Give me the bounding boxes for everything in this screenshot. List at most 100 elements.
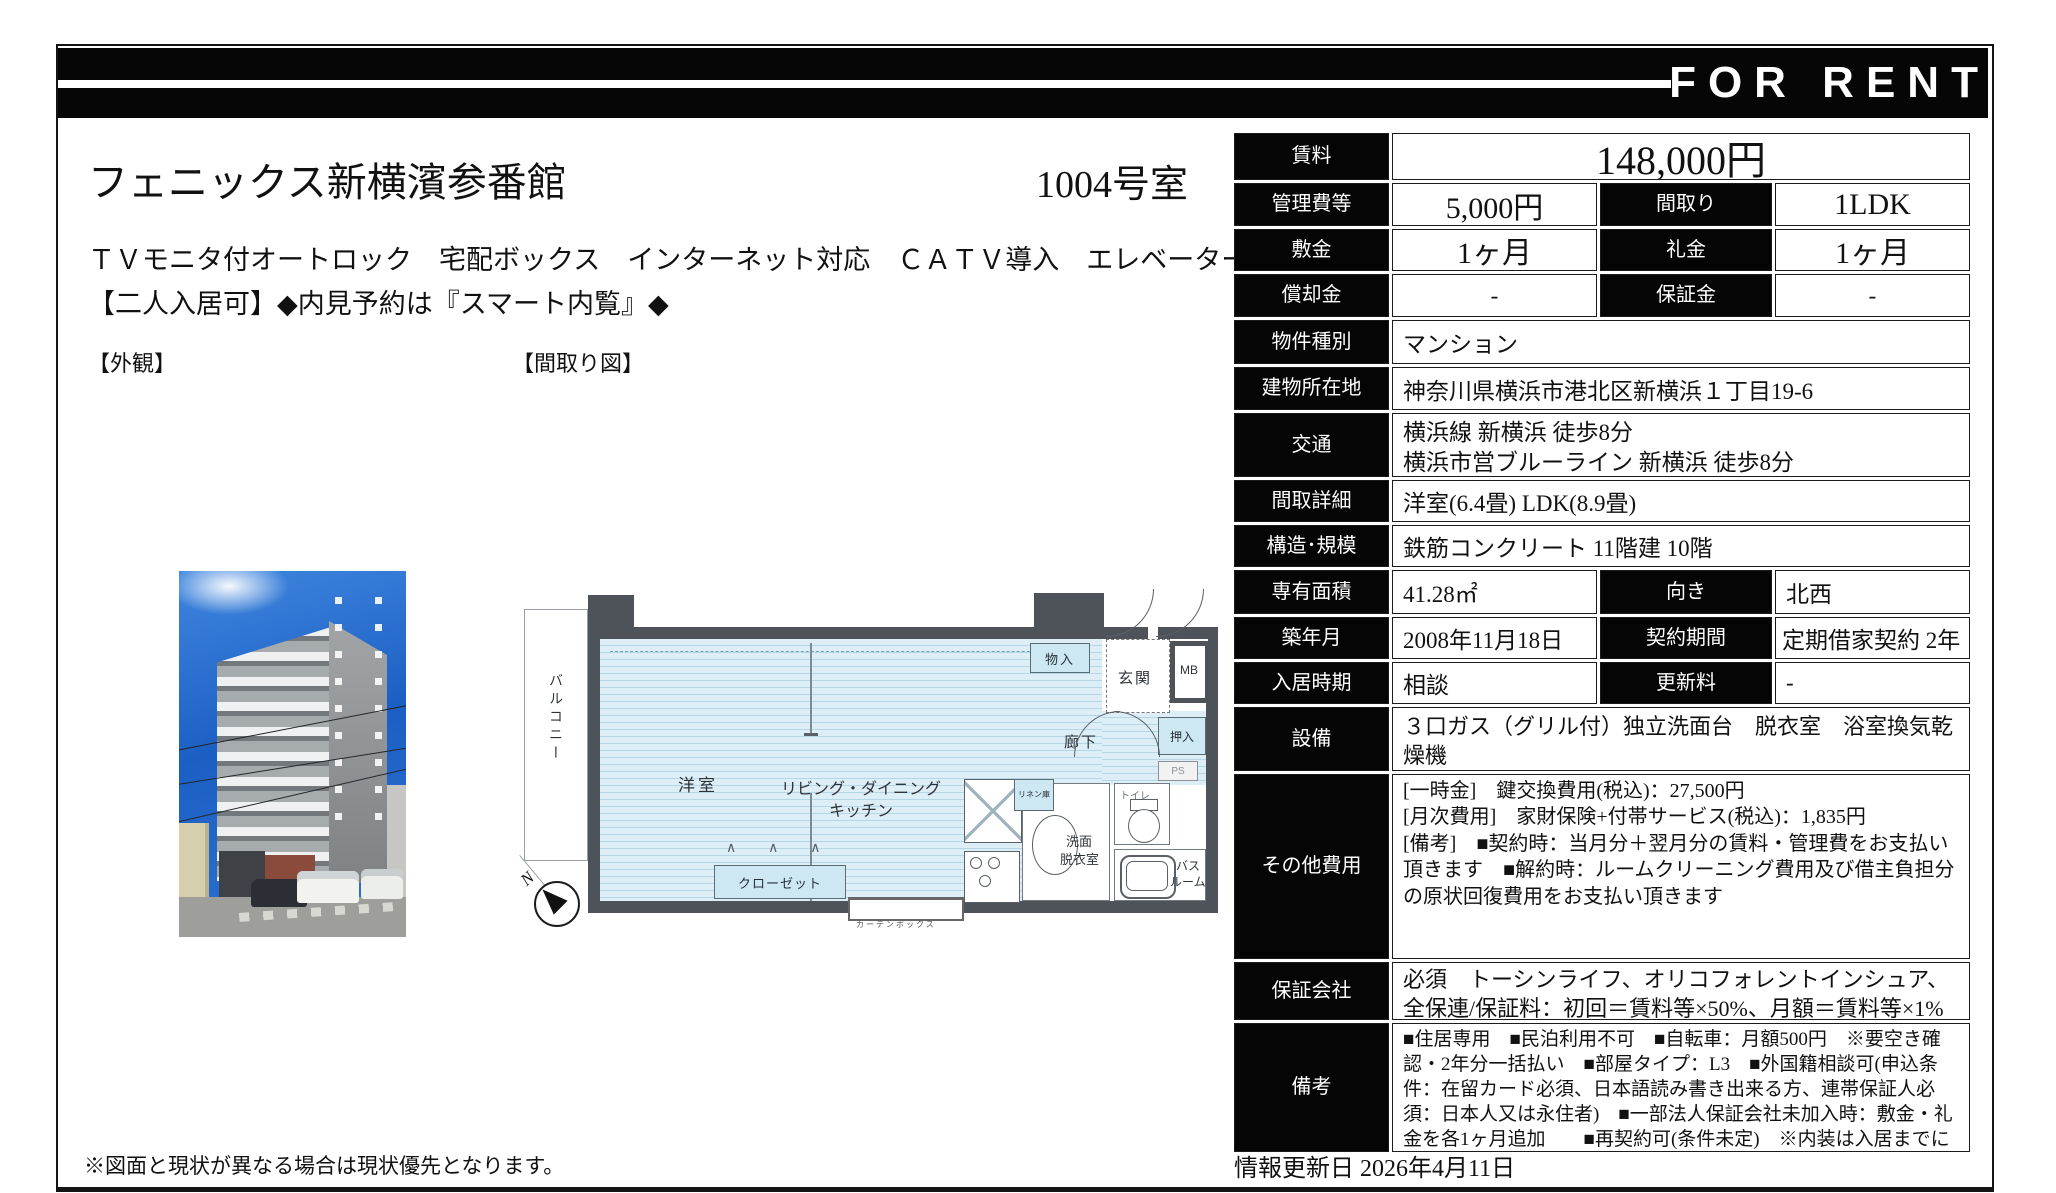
other-costs-value: [一時金] 鍵交換費用(税込)：27,500円 [月次費用] 家財保険+付帯サー… <box>1392 774 1970 959</box>
direction-label: 向き <box>1600 570 1772 614</box>
built-label: 築年月 <box>1234 617 1389 659</box>
other-costs-line2: [月次費用] 家財保険+付帯サービス(税込)：1,835円 <box>1403 804 1959 830</box>
remarks-value: ■住居専用 ■民泊利用不可 ■自転車：月額500円 ※要空き確認・2年分一括払い… <box>1392 1023 1970 1152</box>
renewal-fee-value: - <box>1775 662 1970 704</box>
parked-van <box>361 869 403 899</box>
building-balcony-face <box>217 627 331 881</box>
guarantor-value: 必須 トーシンライフ、オリコフォレントインシュア、全保連/保証料：初回＝賃料等×… <box>1392 962 1970 1020</box>
table-row: 賃料 148,000円 <box>1234 133 1970 180</box>
other-costs-label: その他費用 <box>1234 774 1389 959</box>
direction-value: 北西 <box>1775 570 1970 614</box>
closet-box: クローゼット <box>714 865 846 899</box>
sliding-door-mark <box>804 733 818 736</box>
rent-label: 賃料 <box>1234 133 1389 180</box>
table-row: 管理費等 5,000円 間取り 1LDK <box>1234 183 1970 226</box>
other-costs-line1: [一時金] 鍵交換費用(税込)：27,500円 <box>1403 778 1959 804</box>
amortization-label: 償却金 <box>1234 274 1389 317</box>
guarantee-deposit-label: 保証金 <box>1600 274 1772 317</box>
table-row: 物件種別 マンション <box>1234 320 1970 364</box>
structure-label: 構造･規模 <box>1234 525 1389 567</box>
floor-plan: バルコニー PS 玄関 MB 物入 押入 PS 廊下 洋室 リビング・ダイニング <box>518 583 1236 935</box>
renewal-fee-label: 更新料 <box>1600 662 1772 704</box>
address-label: 建物所在地 <box>1234 367 1389 410</box>
stove-burner <box>979 875 991 887</box>
stove-burner <box>988 857 1000 869</box>
madori-label: 間取り <box>1600 183 1772 226</box>
table-row: 設備 ３口ガス（グリル付）独立洗面台 脱衣室 浴室換気乾燥機 追焚 温水洗浄便座… <box>1234 707 1970 771</box>
layout-detail-label: 間取詳細 <box>1234 480 1389 522</box>
cloud <box>179 571 289 615</box>
balcony-label: バルコニー <box>546 673 566 763</box>
key-money-label: 礼金 <box>1600 229 1772 271</box>
details-table: 賃料 148,000円 管理費等 5,000円 間取り 1LDK 敷金 1ヶ月 … <box>1234 133 1970 1152</box>
curtain-rail-line <box>610 651 1090 652</box>
mgmt-fee-label: 管理費等 <box>1234 183 1389 226</box>
area-value: 41.28㎡ <box>1392 570 1597 614</box>
table-row: 入居時期 相談 更新料 - <box>1234 662 1970 704</box>
western-room-label: 洋室 <box>678 771 718 796</box>
rent-value: 148,000円 <box>1392 133 1970 180</box>
stove-burner <box>970 857 982 869</box>
access-label: 交通 <box>1234 413 1389 477</box>
washroom-label-line1: 洗面 <box>1066 831 1092 850</box>
wall-right <box>1206 701 1218 913</box>
table-row: 建物所在地 神奈川県横浜市港北区新横浜１丁目19-6 <box>1234 367 1970 410</box>
parked-van <box>297 871 359 903</box>
for-rent-banner: FOR RENT <box>1671 48 1988 118</box>
pillar-right <box>1034 593 1104 639</box>
room-number: 1004号室 <box>1036 153 1188 208</box>
bathtub-inner <box>1126 861 1168 891</box>
structure-value: 鉄筋コンクリート 11階建 10階 <box>1392 525 1970 567</box>
guarantee-deposit-value: - <box>1775 274 1970 317</box>
amortization-value: - <box>1392 274 1597 317</box>
ldk-label-line1: リビング・ダイニング <box>776 775 946 799</box>
contract-label: 契約期間 <box>1600 617 1772 659</box>
wall-left <box>588 627 600 913</box>
drawing-disclaimer: ※図面と現状が異なる場合は現状優先となります。 <box>84 1150 564 1180</box>
property-name: フェニックス新横濱参番館 <box>88 150 567 208</box>
equipment-value: ３口ガス（グリル付）独立洗面台 脱衣室 浴室換気乾燥機 追焚 温水洗浄便座 角部… <box>1392 707 1970 771</box>
table-row: 保証会社 必須 トーシンライフ、オリコフォレントインシュア、全保連/保証料：初回… <box>1234 962 1970 1020</box>
property-type-value: マンション <box>1392 320 1970 364</box>
equipment-line2: 追焚 温水洗浄便座 角部屋 二面採光 <box>1403 770 1959 771</box>
exterior-section-label: 【外観】 <box>88 346 176 378</box>
entrance-label: 玄関 <box>1118 667 1152 688</box>
washroom-label-line2: 脱衣室 <box>1060 849 1099 868</box>
table-row: 間取詳細 洋室(6.4畳) LDK(8.9畳) <box>1234 480 1970 522</box>
guarantor-label: 保証会社 <box>1234 962 1389 1020</box>
features-line2: 【二人入居可】◆内見予約は『スマート内覧』◆ <box>88 282 669 321</box>
table-row: 専有面積 41.28㎡ 向き 北西 <box>1234 570 1970 614</box>
area-label: 専有面積 <box>1234 570 1389 614</box>
bath-label-line1: バス <box>1176 857 1200 874</box>
access-line2: 横浜市営ブルーライン 新横浜 徒歩8分 <box>1403 448 1959 477</box>
bottom-window <box>848 897 964 921</box>
table-row: 構造･規模 鉄筋コンクリート 11階建 10階 <box>1234 525 1970 567</box>
floorplan-section-label: 【間取り図】 <box>512 346 644 378</box>
storage-top-box: 物入 <box>1030 643 1090 673</box>
deposit-value: 1ヶ月 <box>1392 229 1597 271</box>
window-strip <box>335 597 342 827</box>
move-in-label: 入居時期 <box>1234 662 1389 704</box>
deposit-label: 敷金 <box>1234 229 1389 271</box>
table-row: 交通 横浜線 新横浜 徒歩8分 横浜市営ブルーライン 新横浜 徒歩8分 <box>1234 413 1970 477</box>
compass-n-label: N <box>517 868 539 890</box>
mb-label: MB <box>1180 663 1198 677</box>
remarks-label: 備考 <box>1234 1023 1389 1152</box>
table-row: その他費用 [一時金] 鍵交換費用(税込)：27,500円 [月次費用] 家財保… <box>1234 774 1970 959</box>
table-row: 備考 ■住居専用 ■民泊利用不可 ■自転車：月額500円 ※要空き確認・2年分一… <box>1234 1023 1970 1152</box>
building-photo <box>179 571 406 937</box>
ldk-label-line2: キッチン <box>776 797 946 821</box>
access-value: 横浜線 新横浜 徒歩8分 横浜市営ブルーライン 新横浜 徒歩8分 <box>1392 413 1970 477</box>
toilet-bowl <box>1128 809 1160 843</box>
key-money-value: 1ヶ月 <box>1775 229 1970 271</box>
header-stripe <box>58 80 1671 88</box>
table-row: 償却金 - 保証金 - <box>1234 274 1970 317</box>
table-row: 敷金 1ヶ月 礼金 1ヶ月 <box>1234 229 1970 271</box>
equipment-label: 設備 <box>1234 707 1389 771</box>
info-update-date: 情報更新日 2026年4月11日 <box>1234 1148 1515 1183</box>
layout-detail-value: 洋室(6.4畳) LDK(8.9畳) <box>1392 480 1970 522</box>
equipment-line1: ３口ガス（グリル付）独立洗面台 脱衣室 浴室換気乾燥機 <box>1403 712 1959 770</box>
linen-box: リネン庫 <box>1014 779 1054 811</box>
room-divider <box>810 643 812 733</box>
flyer-page: FOR RENT フェニックス新横濱参番館 1004号室 ＴＶモニタ付オートロッ… <box>0 0 2056 1193</box>
